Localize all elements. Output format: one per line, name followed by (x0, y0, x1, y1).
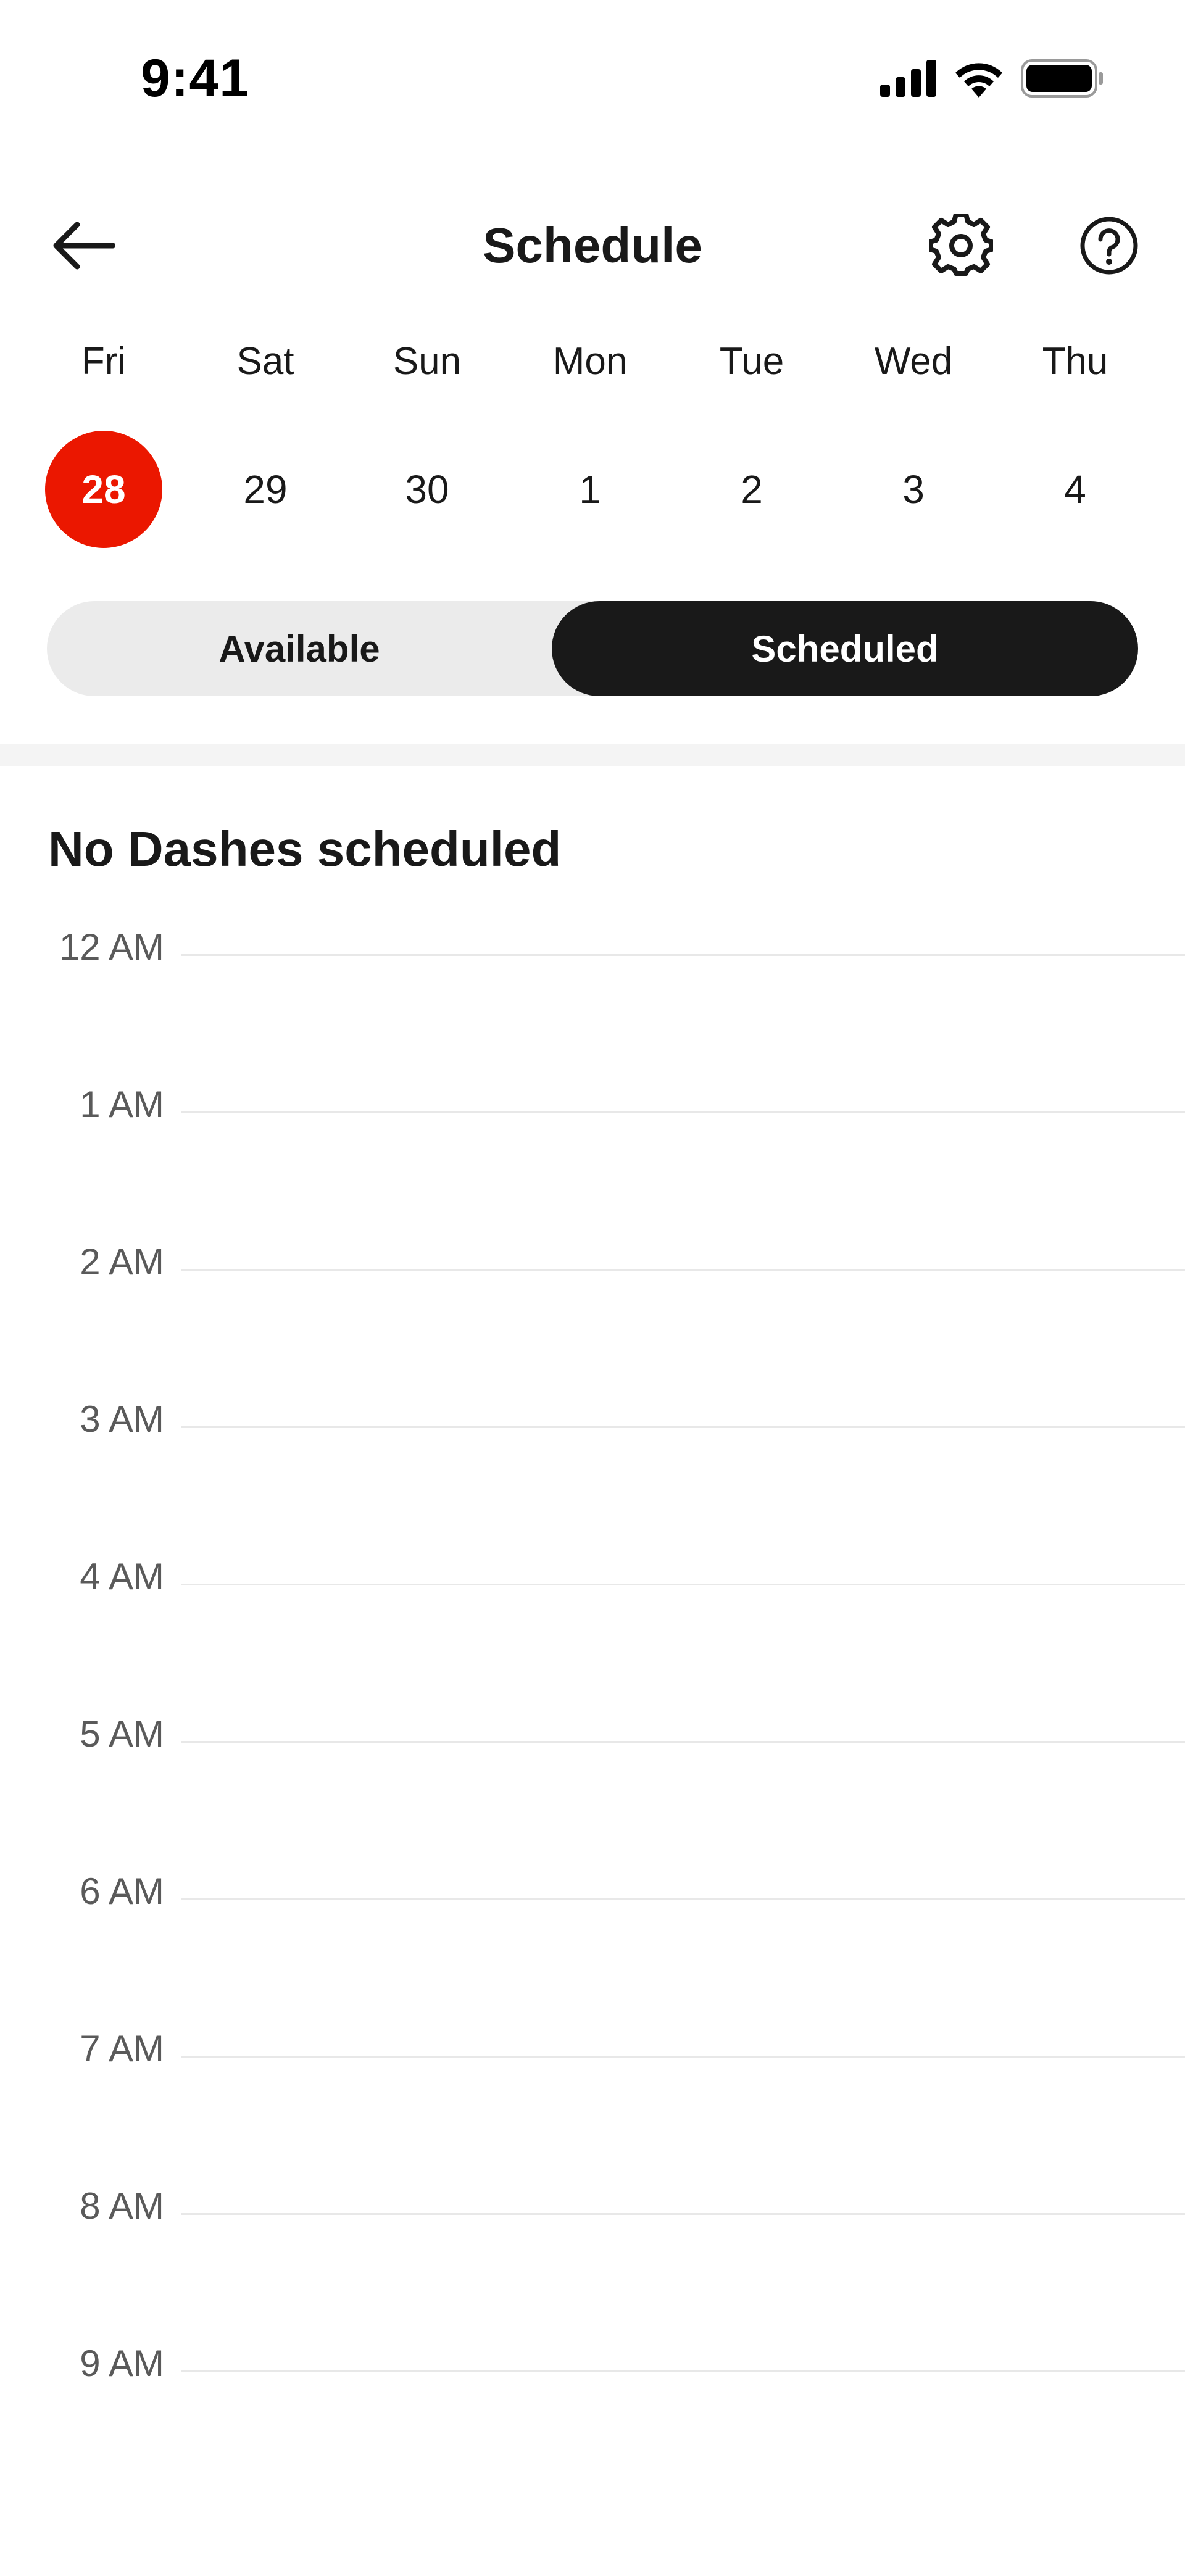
cellular-signal-icon (880, 60, 937, 97)
hour-row: 9 AM (0, 2342, 1185, 2398)
hour-gridline (181, 954, 1185, 956)
day-name: Wed (874, 340, 953, 383)
hour-gridline (181, 1269, 1185, 1271)
hour-gridline (181, 2213, 1185, 2215)
day-sat[interactable]: Sat 29 (204, 339, 327, 555)
day-mon[interactable]: Mon 1 (528, 339, 652, 555)
schedule-screen: 9:41 Schedule Fri 28 Sat 29 Sun 30 Mon 1… (0, 0, 1185, 2576)
status-bar: 9:41 (0, 0, 1185, 154)
hour-row: 12 AM (0, 926, 1185, 981)
hour-timeline[interactable]: 12 AM 1 AM 2 AM 3 AM 4 AM 5 AM 6 AM 7 AM… (0, 926, 1185, 2576)
hour-label: 4 AM (80, 1556, 164, 1597)
tab-scheduled[interactable]: Scheduled (552, 601, 1138, 696)
hour-row: 3 AM (0, 1398, 1185, 1453)
day-name: Fri (81, 340, 127, 383)
wifi-icon (953, 59, 1005, 98)
header: Schedule (0, 185, 1185, 309)
hour-gridline (181, 2370, 1185, 2372)
day-name: Thu (1042, 340, 1108, 383)
hour-label: 12 AM (59, 926, 164, 968)
hour-label: 2 AM (80, 1241, 164, 1282)
day-tue[interactable]: Tue 2 (690, 339, 813, 555)
hour-gridline (181, 2056, 1185, 2058)
question-circle-icon (1079, 216, 1139, 278)
hour-gridline (181, 1898, 1185, 1900)
hour-label: 7 AM (80, 2028, 164, 2069)
schedule-view-toggle: Available Scheduled (47, 601, 1138, 696)
day-date: 3 (902, 467, 925, 512)
week-strip: Fri 28 Sat 29 Sun 30 Mon 1 Tue 2 Wed 3 T… (0, 339, 1185, 555)
day-date: 29 (243, 467, 288, 512)
status-icons (880, 57, 1104, 100)
hour-gridline (181, 1741, 1185, 1743)
battery-icon (1021, 59, 1104, 98)
hour-label: 3 AM (80, 1398, 164, 1440)
day-date: 1 (579, 467, 601, 512)
gear-icon (928, 211, 994, 281)
tab-available[interactable]: Available (47, 601, 552, 696)
hour-label: 1 AM (80, 1084, 164, 1125)
day-wed[interactable]: Wed 3 (852, 339, 975, 555)
hour-row: 5 AM (0, 1713, 1185, 1768)
hour-row: 2 AM (0, 1240, 1185, 1296)
hour-label: 5 AM (80, 1713, 164, 1755)
hour-row: 8 AM (0, 2185, 1185, 2240)
help-button[interactable] (1068, 209, 1150, 285)
day-date-selected: 28 (45, 431, 162, 548)
hour-gridline (181, 1426, 1185, 1428)
hour-row: 1 AM (0, 1083, 1185, 1139)
day-thu[interactable]: Thu 4 (1013, 339, 1137, 555)
day-name: Mon (552, 340, 628, 383)
day-sun[interactable]: Sun 30 (365, 339, 489, 555)
day-name: Sun (393, 340, 462, 383)
day-name: Tue (719, 340, 784, 383)
status-time: 9:41 (141, 49, 250, 108)
hour-label: 8 AM (80, 2185, 164, 2227)
day-date: 30 (405, 467, 449, 512)
hour-row: 6 AM (0, 1870, 1185, 1926)
section-divider (0, 744, 1185, 766)
hour-label: 6 AM (80, 1871, 164, 1912)
hour-label: 9 AM (80, 2343, 164, 2384)
day-date: 4 (1064, 467, 1086, 512)
settings-button[interactable] (920, 209, 1002, 285)
hour-row: 4 AM (0, 1555, 1185, 1611)
page-title: Schedule (483, 218, 702, 273)
hour-gridline (181, 1111, 1185, 1113)
day-name: Sat (236, 340, 294, 383)
day-date: 2 (741, 467, 763, 512)
hour-row: 7 AM (0, 2027, 1185, 2083)
day-fri[interactable]: Fri 28 (42, 339, 165, 555)
hour-gridline (181, 1584, 1185, 1585)
empty-state-title: No Dashes scheduled (48, 821, 562, 876)
